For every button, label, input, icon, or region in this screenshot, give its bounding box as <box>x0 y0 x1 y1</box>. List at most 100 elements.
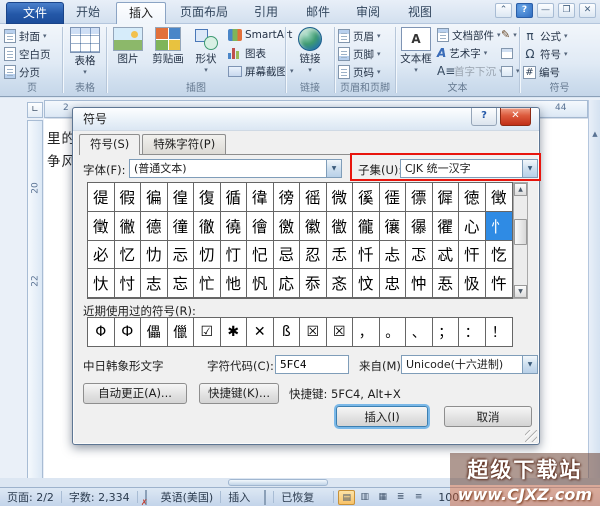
grid-scrollbar[interactable]: ▲ ▼ <box>513 182 528 299</box>
equation-button[interactable]: π 公式 ▾ <box>521 27 598 45</box>
symbol-cell[interactable]: 忡 <box>406 269 433 298</box>
symbol-cell[interactable]: 徼 <box>273 211 300 241</box>
symbol-cell[interactable]: 忏 <box>353 240 380 270</box>
minimize-button[interactable]: — <box>537 3 554 18</box>
dialog-close-button[interactable]: ✕ <box>500 108 531 126</box>
symbol-cell[interactable]: 徫 <box>247 183 274 212</box>
vertical-ruler[interactable]: 20 22 <box>27 120 43 480</box>
symbol-cell[interactable]: 徱 <box>406 183 433 212</box>
symbol-cell[interactable]: 徦 <box>114 183 141 212</box>
symbol-cell[interactable]: 循 <box>220 183 247 212</box>
status-word-count[interactable]: 字数: 2,334 <box>62 489 137 505</box>
insert-button[interactable]: 插入(I) <box>336 406 428 427</box>
symbol-cell[interactable]: 忣 <box>459 269 486 298</box>
recent-symbol-cell[interactable]: 儠 <box>168 318 194 346</box>
spellcheck-icon[interactable] <box>138 489 154 505</box>
view-draft-icon[interactable]: ≡ <box>410 490 427 505</box>
cover-page-button[interactable]: 封面 ▾ <box>2 27 62 45</box>
symbol-cell[interactable]: 徹 <box>194 211 221 241</box>
symbol-cell[interactable]: 徭 <box>300 183 327 212</box>
symbol-cell[interactable]: 忇 <box>141 240 168 270</box>
tab-insert[interactable]: 插入 <box>116 2 167 24</box>
recent-symbol-cell[interactable]: ！ <box>486 318 513 346</box>
page-number-button[interactable]: 页码 ▾ <box>336 63 394 81</box>
symbol-cell[interactable]: 志 <box>141 269 168 298</box>
symbol-cell[interactable]: 忞 <box>326 269 353 298</box>
help-icon[interactable]: ? <box>516 3 533 18</box>
table-button[interactable]: 表格 ▾ <box>64 27 106 76</box>
shortcut-key-button[interactable]: 快捷键(K)... <box>199 383 279 404</box>
links-button[interactable]: 链接 ▾ <box>287 27 333 74</box>
symbol-cell[interactable]: 徲 <box>432 183 459 212</box>
symbol-grid[interactable]: 徥徦徧徨復循徫徬徭微徯徰徱徲徳徴徵徶德徸徹徺徻徼徽徾徿忀忁忂心忄必忆忇忈忉忊忋忌… <box>87 182 513 299</box>
symbol-cell[interactable]: 徶 <box>114 211 141 241</box>
symbol-cell[interactable]: 忂 <box>432 211 459 241</box>
symbol-cell[interactable]: 忐 <box>379 240 406 270</box>
page-break-button[interactable]: 分页 <box>2 63 62 81</box>
recent-symbol-cell[interactable]: ✕ <box>247 318 274 346</box>
symbol-cell[interactable]: 忔 <box>485 241 512 270</box>
scroll-up-icon[interactable]: ▲ <box>514 183 527 196</box>
tab-selector-button[interactable]: ∟ <box>27 102 43 118</box>
chevron-down-icon[interactable]: ▼ <box>522 356 537 373</box>
scrollbar-thumb[interactable] <box>228 479 328 486</box>
recent-symbol-cell[interactable]: ， <box>353 318 380 346</box>
symbol-cell[interactable]: 徺 <box>220 211 247 241</box>
symbol-cell[interactable]: 忎 <box>326 240 353 270</box>
char-code-input[interactable] <box>275 355 349 374</box>
symbol-cell[interactable]: 忈 <box>167 240 194 270</box>
symbol-cell[interactable]: 応 <box>273 269 300 298</box>
symbol-cell[interactable]: 忁 <box>406 211 433 241</box>
tab-review[interactable]: 审阅 <box>344 2 392 24</box>
chevron-down-icon[interactable]: ▼ <box>326 160 341 177</box>
symbol-cell[interactable]: 忛 <box>247 269 274 298</box>
symbol-cell[interactable]: 徴 <box>485 183 512 212</box>
recent-symbol-cell[interactable]: ☑ <box>194 318 221 346</box>
symbol-cell[interactable]: 忌 <box>273 240 300 270</box>
symbol-cell[interactable]: 徳 <box>459 183 486 212</box>
restore-button[interactable]: ❐ <box>558 3 575 18</box>
dialog-help-button[interactable]: ? <box>471 108 497 126</box>
symbol-cell[interactable]: 徧 <box>141 183 168 212</box>
textbox-button[interactable]: A 文本框 ▾ <box>398 27 434 74</box>
tab-view[interactable]: 视图 <box>396 2 444 24</box>
font-dropdown[interactable]: (普通文本) ▼ <box>129 159 342 178</box>
symbol-cell[interactable]: 忢 <box>432 269 459 298</box>
status-page-indicator[interactable]: 页面: 2/2 <box>0 489 61 505</box>
recent-symbols-row[interactable]: Φ Ф 儡儠 ☑ ✱ ✕ ß ☒ ☒，。、；：！ <box>87 317 513 347</box>
recent-symbol-cell[interactable]: ： <box>459 318 486 346</box>
symbol-cell[interactable]: 微 <box>326 183 353 212</box>
recent-symbol-cell[interactable]: ； <box>433 318 459 346</box>
view-outline-icon[interactable]: ≣ <box>392 490 409 505</box>
header-button[interactable]: 页眉 ▾ <box>336 27 394 45</box>
recent-symbol-cell[interactable]: ☒ <box>327 318 353 346</box>
symbol-cell[interactable]: 忆 <box>114 240 141 270</box>
view-print-layout-icon[interactable]: ▤ <box>338 489 356 505</box>
status-recovered[interactable]: 已恢复 <box>274 489 321 505</box>
symbol-cell[interactable]: 忉 <box>194 240 221 270</box>
symbol-cell[interactable]: 徻 <box>247 211 274 241</box>
symbol-cell[interactable]: 徥 <box>88 183 115 212</box>
tab-page-layout[interactable]: 页面布局 <box>168 2 240 24</box>
clipart-button[interactable]: 剪贴画 <box>148 27 188 66</box>
symbol-cell[interactable]: 徸 <box>167 211 194 241</box>
scroll-down-icon[interactable]: ▼ <box>514 285 527 298</box>
chevron-down-icon[interactable]: ▼ <box>522 160 537 177</box>
scroll-up-icon[interactable]: ▲ <box>590 128 600 140</box>
recent-symbol-cell[interactable]: Φ <box>88 318 115 346</box>
symbol-cell[interactable]: 徬 <box>273 183 300 212</box>
subset-dropdown[interactable]: CJK 统一汉字 ▼ <box>400 159 538 178</box>
status-insert-mode[interactable]: 插入 <box>221 489 257 505</box>
view-fullscreen-reading-icon[interactable]: ▥ <box>356 490 373 505</box>
recent-symbol-cell[interactable]: ß <box>274 318 300 346</box>
symbol-cell[interactable]: 心 <box>459 211 486 241</box>
collapse-ribbon-icon[interactable]: ⌃ <box>495 3 512 18</box>
recent-symbol-cell[interactable]: ✱ <box>221 318 247 346</box>
macro-record-icon[interactable] <box>257 489 273 505</box>
shapes-button[interactable]: 形状 ▾ <box>190 27 222 74</box>
symbol-cell[interactable]: 徾 <box>326 211 353 241</box>
symbol-cell[interactable]: 忖 <box>114 269 141 298</box>
symbol-cell[interactable]: 忓 <box>459 240 486 270</box>
tab-references[interactable]: 引用 <box>242 2 290 24</box>
symbol-cell[interactable]: 復 <box>194 183 221 212</box>
